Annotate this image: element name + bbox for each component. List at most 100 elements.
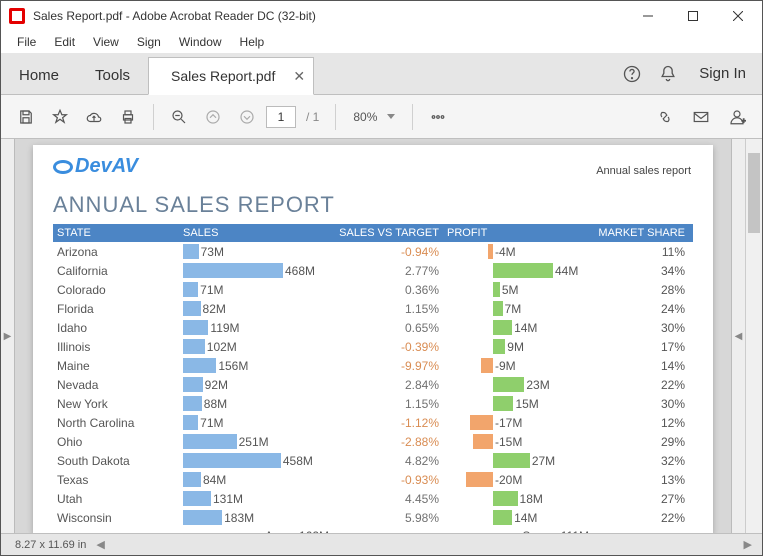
cell-svt: 1.15%	[333, 302, 443, 316]
page-area[interactable]: DevAV Annual sales report ANNUAL SALES R…	[15, 139, 731, 533]
more-icon[interactable]	[423, 102, 453, 132]
star-icon[interactable]	[45, 102, 75, 132]
help-icon[interactable]	[621, 63, 643, 85]
link-icon[interactable]	[650, 102, 680, 132]
sales-bar	[183, 282, 198, 297]
page-down-icon[interactable]	[232, 102, 262, 132]
minimize-button[interactable]	[625, 1, 670, 31]
sales-bar	[183, 415, 198, 430]
profit-bar	[493, 282, 500, 297]
cloud-upload-icon[interactable]	[79, 102, 109, 132]
page-dimensions-label: 8.27 x 11.69 in	[15, 539, 86, 551]
cell-sales: 183M	[183, 510, 333, 525]
save-icon[interactable]	[11, 102, 41, 132]
menu-window[interactable]: Window	[171, 33, 230, 51]
cell-svt: -9.97%	[333, 359, 443, 373]
email-icon[interactable]	[686, 102, 716, 132]
sales-bar	[183, 510, 222, 525]
table-row: Florida82M1.15%7M24%	[53, 299, 693, 318]
sales-bar	[183, 339, 205, 354]
th-profit: PROFIT	[443, 227, 593, 239]
menu-help[interactable]: Help	[232, 33, 273, 51]
close-tab-icon[interactable]: ✕	[293, 69, 305, 83]
cell-share: 32%	[593, 454, 689, 468]
profit-value: 14M	[514, 511, 537, 525]
page-up-icon[interactable]	[198, 102, 228, 132]
print-icon[interactable]	[113, 102, 143, 132]
sales-value: 71M	[200, 416, 223, 430]
cell-share: 24%	[593, 302, 689, 316]
hscroll-right-icon[interactable]: ▶	[740, 538, 762, 551]
profit-value: -17M	[495, 416, 522, 430]
profit-value: -4M	[495, 245, 516, 259]
profit-value: 18M	[520, 492, 543, 506]
bell-icon[interactable]	[657, 63, 679, 85]
profit-bar	[493, 510, 512, 525]
toolbar-separator	[335, 104, 336, 130]
menu-edit[interactable]: Edit	[46, 33, 83, 51]
right-panel-handle[interactable]: ◀	[731, 139, 745, 533]
svg-text:+: +	[742, 116, 747, 125]
zoom-search-icon[interactable]	[164, 102, 194, 132]
cell-profit: 14M	[443, 510, 593, 525]
document-tab[interactable]: Sales Report.pdf ✕	[148, 57, 314, 95]
menu-file[interactable]: File	[9, 33, 44, 51]
hscroll-left-icon[interactable]: ◀	[92, 538, 108, 551]
titlebar: Sales Report.pdf - Adobe Acrobat Reader …	[1, 1, 762, 31]
cell-state: Maine	[53, 359, 183, 373]
profit-value: 5M	[502, 283, 519, 297]
cell-svt: 1.15%	[333, 397, 443, 411]
close-button[interactable]	[715, 1, 760, 31]
menu-view[interactable]: View	[85, 33, 127, 51]
footer-sum: Sum = 111M	[443, 529, 593, 533]
cell-profit: 23M	[443, 377, 593, 392]
profit-bar	[488, 244, 493, 259]
cell-state: Texas	[53, 473, 183, 487]
cell-svt: 0.65%	[333, 321, 443, 335]
toolbar: / 1 80% +	[1, 95, 762, 139]
sign-in-button[interactable]: Sign In	[693, 65, 752, 82]
profit-value: -20M	[495, 473, 522, 487]
cell-svt: -1.12%	[333, 416, 443, 430]
scrollbar-thumb[interactable]	[748, 153, 760, 233]
menu-sign[interactable]: Sign	[129, 33, 169, 51]
sales-bar	[183, 491, 211, 506]
profile-icon[interactable]: +	[722, 102, 752, 132]
cell-sales: 88M	[183, 396, 333, 411]
left-panel-handle[interactable]: ▶	[1, 139, 15, 533]
tools-tab[interactable]: Tools	[77, 57, 148, 94]
cell-sales: 458M	[183, 453, 333, 468]
table-row: North Carolina71M-1.12%-17M12%	[53, 413, 693, 432]
cell-sales: 92M	[183, 377, 333, 392]
toolbar-separator	[153, 104, 154, 130]
profit-bar	[466, 472, 493, 487]
cell-svt: -0.39%	[333, 340, 443, 354]
pdf-page: DevAV Annual sales report ANNUAL SALES R…	[33, 145, 713, 533]
cell-profit: -4M	[443, 244, 593, 259]
table-row: Maine156M-9.97%-9M14%	[53, 356, 693, 375]
table-row: South Dakota458M4.82%27M32%	[53, 451, 693, 470]
chevron-down-icon	[387, 114, 395, 120]
table-row: New York88M1.15%15M30%	[53, 394, 693, 413]
cell-share: 30%	[593, 321, 689, 335]
page-number-input[interactable]	[266, 106, 296, 128]
profit-value: 23M	[526, 378, 549, 392]
vertical-scrollbar[interactable]	[745, 139, 762, 533]
home-tab[interactable]: Home	[1, 57, 77, 94]
sales-value: 71M	[200, 283, 223, 297]
cell-profit: 5M	[443, 282, 593, 297]
cell-profit: -15M	[443, 434, 593, 449]
cell-profit: 14M	[443, 320, 593, 335]
cell-state: Wisconsin	[53, 511, 183, 525]
sales-bar	[183, 396, 202, 411]
sales-value: 82M	[203, 302, 226, 316]
sales-bar	[183, 244, 199, 259]
cell-sales: 119M	[183, 320, 333, 335]
window-title: Sales Report.pdf - Adobe Acrobat Reader …	[33, 9, 625, 23]
cell-sales: 82M	[183, 301, 333, 316]
maximize-button[interactable]	[670, 1, 715, 31]
table-header: STATE SALES SALES VS TARGET PROFIT MARKE…	[53, 224, 693, 242]
zoom-dropdown[interactable]: 80%	[346, 107, 402, 127]
sales-value: 88M	[204, 397, 227, 411]
document-stage: ▶ DevAV Annual sales report ANNUAL SALES…	[1, 139, 762, 533]
